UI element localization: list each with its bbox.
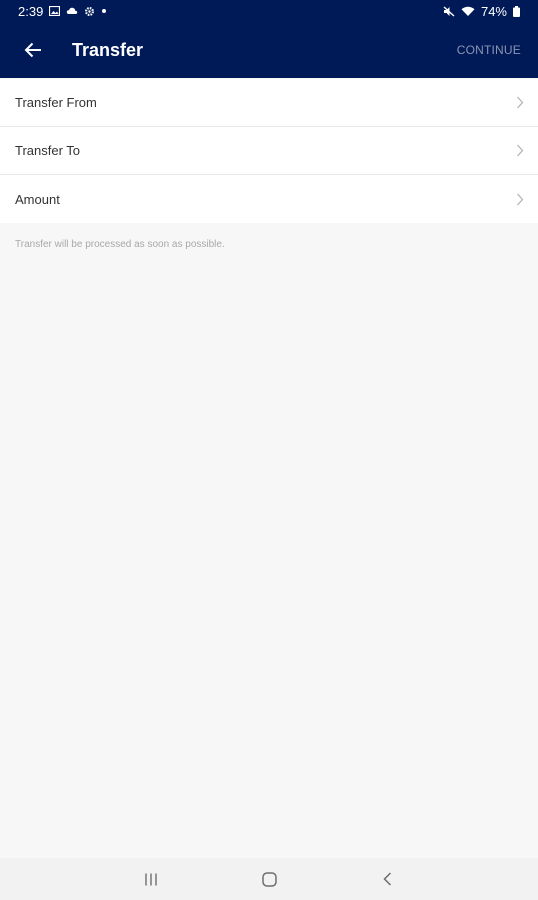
- arrow-left-icon: [24, 42, 42, 58]
- home-icon: [261, 871, 277, 887]
- processing-note: Transfer will be processed as soon as po…: [15, 239, 225, 250]
- chevron-right-icon: [516, 193, 524, 206]
- status-time: 2:39: [18, 3, 44, 19]
- transfer-from-label: Transfer From: [15, 95, 97, 110]
- transfer-form-list: Transfer From Transfer To Amount: [0, 79, 538, 223]
- status-bar-left: 2:39: [18, 4, 107, 19]
- settings-icon: [84, 6, 95, 17]
- cloud-icon: [66, 6, 78, 16]
- recents-icon: [144, 873, 158, 886]
- app-bar: Transfer CONTINUE: [0, 22, 538, 78]
- amount-label: Amount: [15, 191, 60, 207]
- status-bar-right: 74%: [443, 4, 520, 19]
- chevron-right-icon: [516, 144, 524, 157]
- amount-row[interactable]: Amount: [0, 175, 538, 223]
- status-bar: 2:39 74%: [0, 0, 538, 22]
- dot-icon: [101, 8, 107, 14]
- continue-button[interactable]: CONTINUE: [457, 43, 521, 57]
- system-nav-bar: [0, 858, 538, 900]
- wifi-icon: [461, 6, 475, 17]
- transfer-from-row[interactable]: Transfer From: [0, 79, 538, 127]
- nav-back-button[interactable]: [357, 858, 417, 900]
- gallery-icon: [49, 6, 61, 16]
- page-title: Transfer: [72, 39, 144, 60]
- transfer-to-row[interactable]: Transfer To: [0, 127, 538, 175]
- transfer-to-label: Transfer To: [15, 143, 81, 158]
- home-button[interactable]: [239, 858, 299, 900]
- mute-icon: [443, 5, 455, 17]
- back-button[interactable]: [10, 27, 56, 73]
- battery-icon: [513, 5, 520, 17]
- chevron-right-icon: [516, 96, 524, 109]
- back-icon: [382, 872, 392, 886]
- recents-button[interactable]: [121, 858, 181, 900]
- battery-percent: 74%: [480, 3, 507, 19]
